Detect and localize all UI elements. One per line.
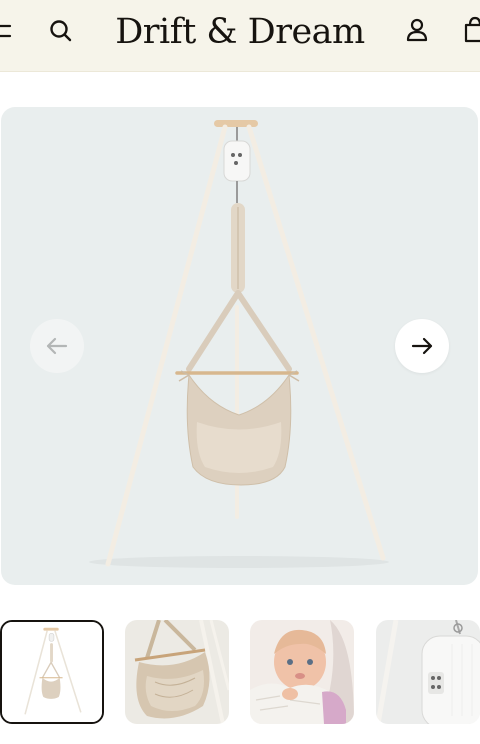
hammock-stand-thumbnail — [2, 622, 102, 722]
brand-logo[interactable]: Drift & Dream — [100, 8, 380, 56]
motor-unit-thumbnail — [376, 620, 480, 724]
site-header: Drift & Dream — [0, 0, 480, 72]
thumbnail-strip — [0, 620, 480, 724]
account-icon[interactable] — [402, 15, 432, 45]
next-image-button[interactable] — [395, 319, 449, 373]
thumbnail-2[interactable] — [125, 620, 229, 724]
thumbnail-1[interactable] — [0, 620, 104, 724]
arrow-right-icon — [411, 337, 433, 355]
arrow-left-icon — [46, 337, 68, 355]
thumbnail-3[interactable] — [250, 620, 354, 724]
previous-image-button[interactable] — [30, 319, 84, 373]
cart-icon[interactable] — [462, 15, 480, 45]
hammock-closeup-thumbnail — [125, 620, 229, 724]
thumbnail-4[interactable] — [376, 620, 480, 724]
menu-icon[interactable] — [0, 18, 12, 44]
search-icon[interactable] — [46, 16, 76, 46]
baby-photo-thumbnail — [250, 620, 354, 724]
product-image-gallery[interactable] — [1, 107, 478, 585]
